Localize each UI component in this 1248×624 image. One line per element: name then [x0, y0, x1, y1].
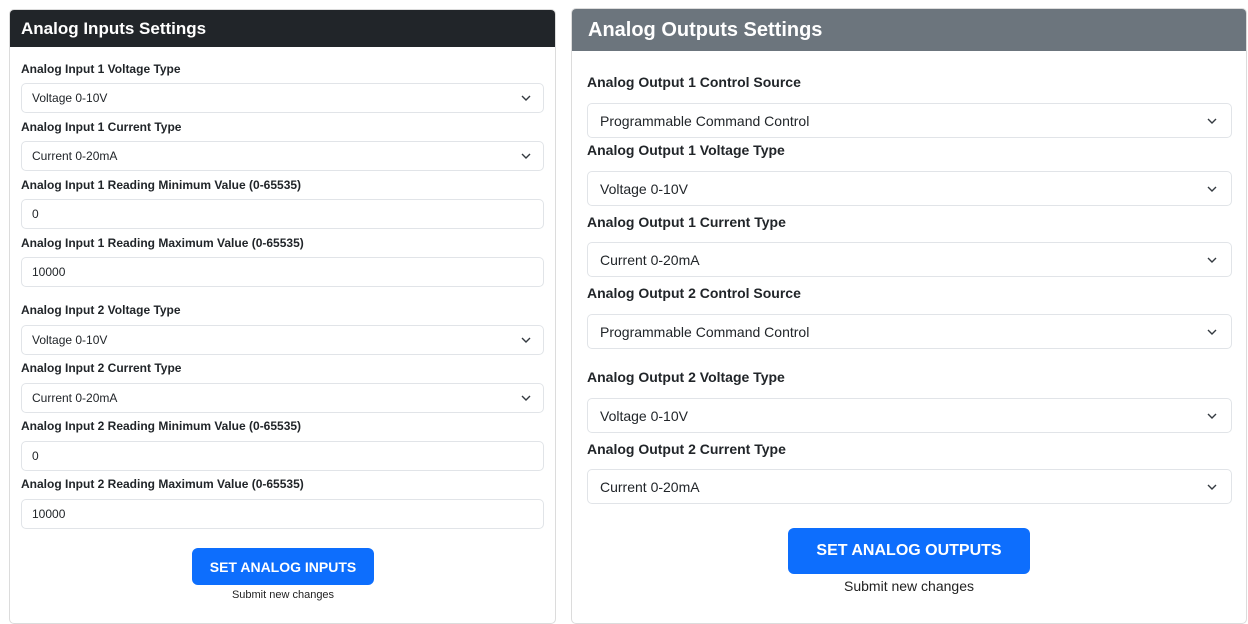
output2-control-source-select[interactable]: Programmable Command Control [587, 314, 1232, 349]
input2-current-type-label: Analog Input 2 Current Type [21, 361, 182, 375]
output2-current-type-value: Current 0-20mA [600, 478, 700, 495]
input1-max-value-input[interactable]: 10000 [21, 257, 544, 287]
output2-voltage-type-select[interactable]: Voltage 0-10V [587, 398, 1232, 433]
chevron-down-icon [1207, 413, 1217, 419]
analog-inputs-header: Analog Inputs Settings [10, 10, 555, 47]
outputs-submit-hint: Submit new changes [844, 578, 974, 594]
chevron-down-icon [521, 95, 531, 101]
chevron-down-icon [1207, 186, 1217, 192]
inputs-submit-hint: Submit new changes [231, 589, 335, 601]
input1-max-value-label: Analog Input 1 Reading Maximum Value (0-… [21, 236, 304, 250]
input2-max-value: 10000 [32, 507, 66, 521]
chevron-down-icon [1207, 484, 1217, 490]
input2-max-value-input[interactable]: 10000 [21, 499, 544, 529]
output2-control-source-value: Programmable Command Control [600, 323, 810, 340]
input1-voltage-type-select[interactable]: Voltage 0-10V [21, 83, 544, 113]
input1-current-type-select[interactable]: Current 0-20mA [21, 141, 544, 171]
analog-outputs-panel: Analog Outputs Settings Analog Output 1 … [571, 8, 1247, 624]
chevron-down-icon [521, 153, 531, 159]
input1-max-value: 10000 [32, 265, 66, 279]
set-analog-outputs-button[interactable]: SET ANALOG OUTPUTS [788, 528, 1030, 574]
output1-current-type-value: Current 0-20mA [600, 251, 700, 268]
input1-current-type-value: Current 0-20mA [32, 149, 118, 163]
output1-voltage-type-label: Analog Output 1 Voltage Type [587, 142, 785, 158]
input2-current-type-select[interactable]: Current 0-20mA [21, 383, 544, 413]
input2-min-value-input[interactable]: 0 [21, 441, 544, 471]
output1-voltage-type-select[interactable]: Voltage 0-10V [587, 171, 1232, 206]
output1-control-source-label: Analog Output 1 Control Source [587, 74, 801, 90]
input2-voltage-type-label: Analog Input 2 Voltage Type [21, 303, 181, 317]
chevron-down-icon [521, 337, 531, 343]
input2-voltage-type-select[interactable]: Voltage 0-10V [21, 325, 544, 355]
set-analog-inputs-button[interactable]: SET ANALOG INPUTS [192, 548, 374, 585]
output2-voltage-type-label: Analog Output 2 Voltage Type [587, 369, 785, 385]
chevron-down-icon [521, 395, 531, 401]
output1-control-source-value: Programmable Command Control [600, 112, 810, 129]
input1-min-value: 0 [32, 207, 39, 221]
output1-current-type-label: Analog Output 1 Current Type [587, 214, 786, 230]
output1-current-type-select[interactable]: Current 0-20mA [587, 242, 1232, 277]
input1-min-value-label: Analog Input 1 Reading Minimum Value (0-… [21, 178, 302, 192]
chevron-down-icon [1207, 257, 1217, 263]
chevron-down-icon [1207, 329, 1217, 335]
analog-inputs-panel: Analog Inputs Settings Analog Input 1 Vo… [9, 9, 556, 624]
output2-control-source-label: Analog Output 2 Control Source [587, 285, 801, 301]
input1-min-value-input[interactable]: 0 [21, 199, 544, 229]
output1-control-source-select[interactable]: Programmable Command Control [587, 103, 1232, 138]
input2-voltage-type-value: Voltage 0-10V [32, 333, 108, 347]
output2-current-type-label: Analog Output 2 Current Type [587, 441, 786, 457]
input2-max-value-label: Analog Input 2 Reading Maximum Value (0-… [21, 477, 304, 491]
input2-current-type-value: Current 0-20mA [32, 391, 118, 405]
input2-min-value-label: Analog Input 2 Reading Minimum Value (0-… [21, 419, 302, 433]
output2-current-type-select[interactable]: Current 0-20mA [587, 469, 1232, 504]
analog-outputs-header: Analog Outputs Settings [572, 9, 1246, 51]
input1-voltage-type-value: Voltage 0-10V [32, 91, 108, 105]
output2-voltage-type-value: Voltage 0-10V [600, 407, 688, 424]
chevron-down-icon [1207, 118, 1217, 124]
output1-voltage-type-value: Voltage 0-10V [600, 180, 688, 197]
input1-voltage-type-label: Analog Input 1 Voltage Type [21, 62, 181, 76]
input2-min-value: 0 [32, 449, 39, 463]
input1-current-type-label: Analog Input 1 Current Type [21, 120, 182, 134]
